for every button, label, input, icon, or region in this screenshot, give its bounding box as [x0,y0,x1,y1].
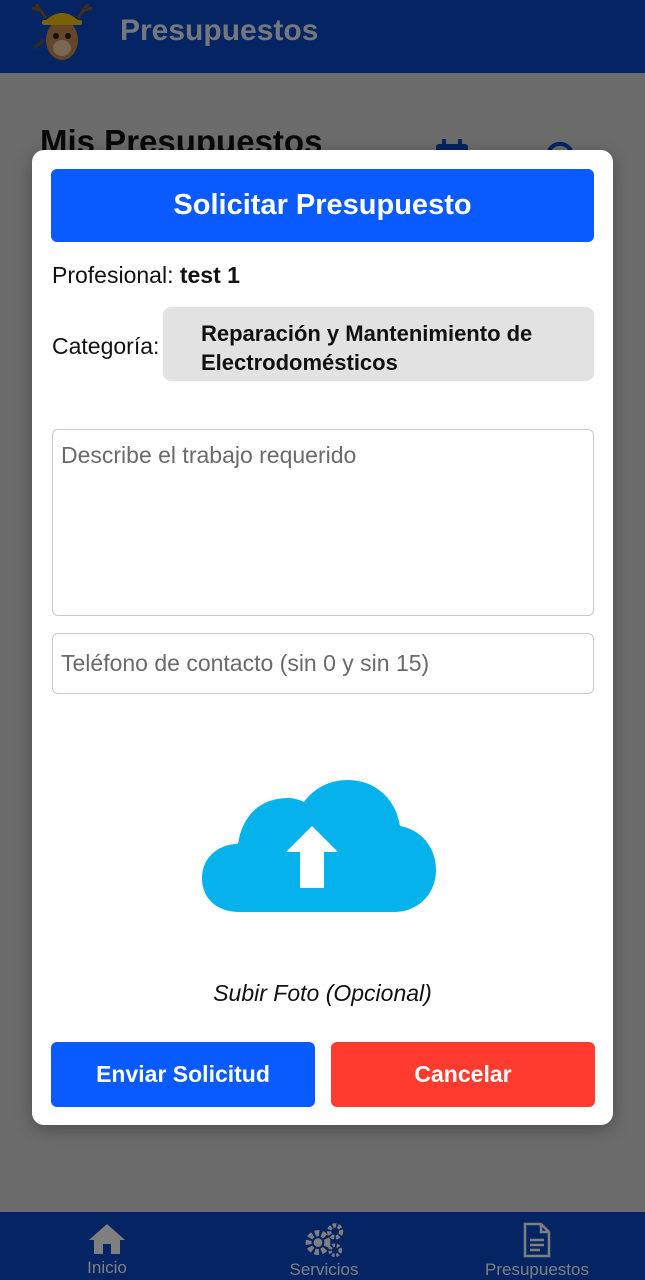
cloud-upload-icon[interactable] [202,780,436,914]
professional-name: test 1 [179,262,240,288]
send-request-button[interactable]: Enviar Solicitud [51,1042,315,1107]
category-label: Categoría: [52,333,160,359]
upload-photo-label: Subir Foto (Opcional) [213,980,432,1006]
cancel-button[interactable]: Cancelar [331,1042,595,1107]
description-field[interactable] [52,429,594,616]
modal-title: Solicitar Presupuesto [51,169,594,242]
professional-label: Profesional: [52,262,174,288]
professional-row: Profesional: test 1 [52,262,240,289]
category-value: Reparación y Mantenimiento de Electrodom… [163,307,594,381]
request-budget-modal: Solicitar Presupuesto Profesional: test … [32,150,613,1125]
phone-field[interactable] [52,633,594,694]
